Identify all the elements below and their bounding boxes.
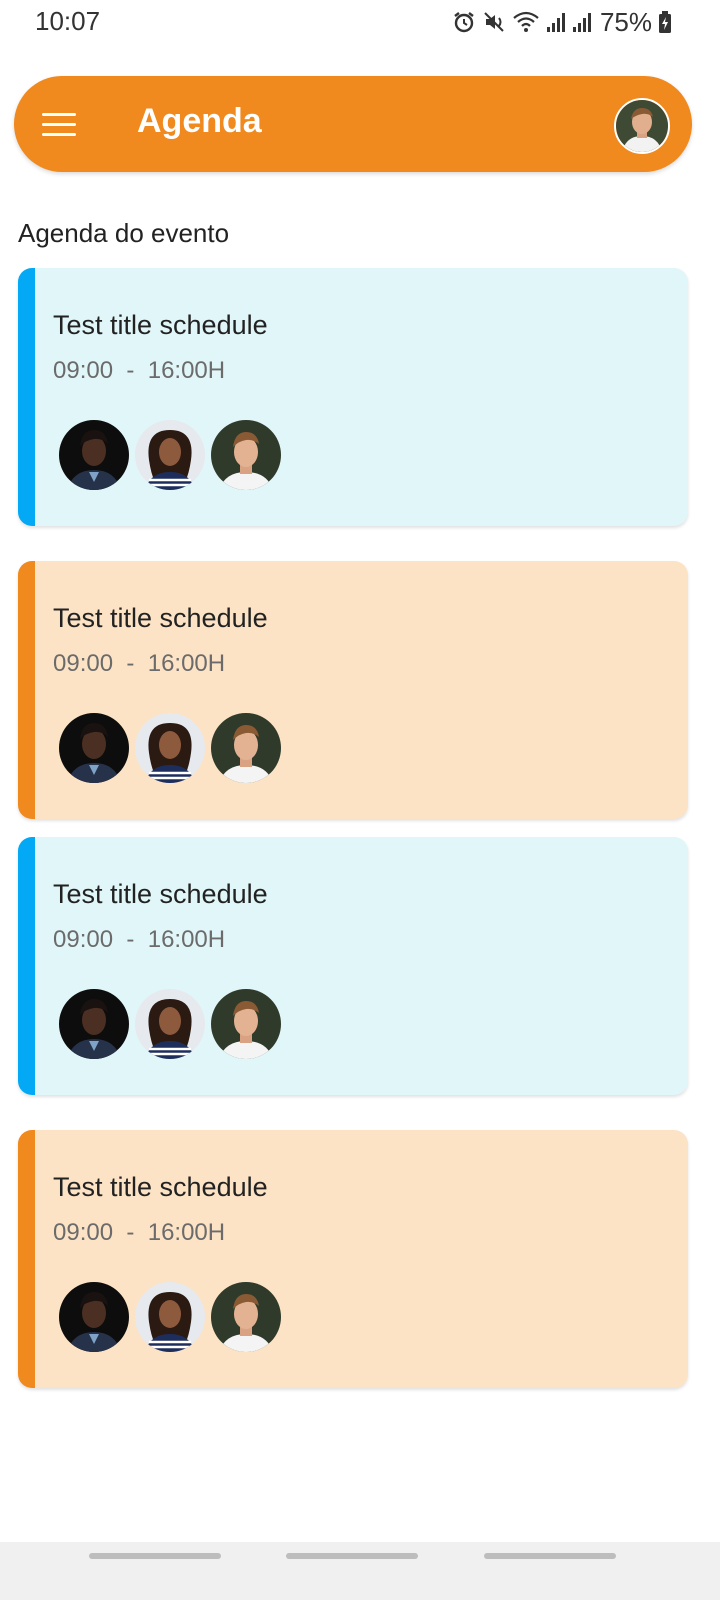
signal-icon: [546, 13, 565, 32]
system-nav-bar: [0, 1542, 720, 1600]
speaker-avatar[interactable]: [59, 420, 129, 490]
signal-icon: [572, 13, 591, 32]
card-accent-bar: [18, 837, 35, 1095]
schedule-card[interactable]: Test title schedule 09:00 - 16:00H: [18, 837, 688, 1095]
speaker-avatars: [59, 420, 281, 490]
schedule-time: 09:00 - 16:00H: [53, 1219, 226, 1246]
speaker-avatar[interactable]: [211, 713, 281, 783]
speaker-avatar[interactable]: [211, 1282, 281, 1352]
speaker-avatar[interactable]: [59, 1282, 129, 1352]
speaker-avatars: [59, 989, 281, 1059]
wifi-icon: [513, 11, 539, 32]
nav-home-handle[interactable]: [286, 1553, 418, 1559]
speaker-avatar[interactable]: [135, 713, 205, 783]
section-title: Agenda do evento: [18, 218, 230, 248]
speaker-avatar[interactable]: [211, 420, 281, 490]
schedule-time: 09:00 - 16:00H: [53, 357, 226, 384]
mute-icon: [484, 12, 504, 32]
schedule-card[interactable]: Test title schedule 09:00 - 16:00H: [18, 1130, 688, 1388]
schedule-title: Test title schedule: [53, 310, 268, 340]
speaker-avatars: [59, 713, 281, 783]
page-title: Agenda: [137, 102, 262, 140]
status-time: 10:07: [35, 6, 101, 36]
speaker-avatar[interactable]: [135, 1282, 205, 1352]
schedule-card[interactable]: Test title schedule 09:00 - 16:00H: [18, 268, 688, 526]
nav-back-handle[interactable]: [484, 1553, 616, 1559]
status-bar: 10:07 75%: [0, 0, 720, 44]
schedule-title: Test title schedule: [53, 879, 268, 909]
schedule-title: Test title schedule: [53, 603, 268, 633]
schedule-title: Test title schedule: [53, 1172, 268, 1202]
battery-percentage: 75%: [599, 6, 652, 37]
speaker-avatar[interactable]: [59, 989, 129, 1059]
alarm-icon: [454, 12, 474, 33]
profile-avatar[interactable]: [614, 98, 670, 154]
app-bar: Agenda: [14, 76, 692, 172]
speaker-avatar[interactable]: [59, 713, 129, 783]
speaker-avatar[interactable]: [135, 989, 205, 1059]
card-accent-bar: [18, 561, 35, 819]
card-accent-bar: [18, 1130, 35, 1388]
status-icons: 75%: [452, 6, 672, 37]
schedule-time: 09:00 - 16:00H: [53, 926, 226, 953]
schedule-card[interactable]: Test title schedule 09:00 - 16:00H: [18, 561, 688, 819]
hamburger-menu-icon[interactable]: [42, 104, 82, 144]
speaker-avatar[interactable]: [211, 989, 281, 1059]
card-accent-bar: [18, 268, 35, 526]
battery-charging-icon: [659, 11, 671, 33]
speaker-avatars: [59, 1282, 281, 1352]
speaker-avatar[interactable]: [135, 420, 205, 490]
nav-recents-handle[interactable]: [89, 1553, 221, 1559]
schedule-time: 09:00 - 16:00H: [53, 650, 226, 677]
